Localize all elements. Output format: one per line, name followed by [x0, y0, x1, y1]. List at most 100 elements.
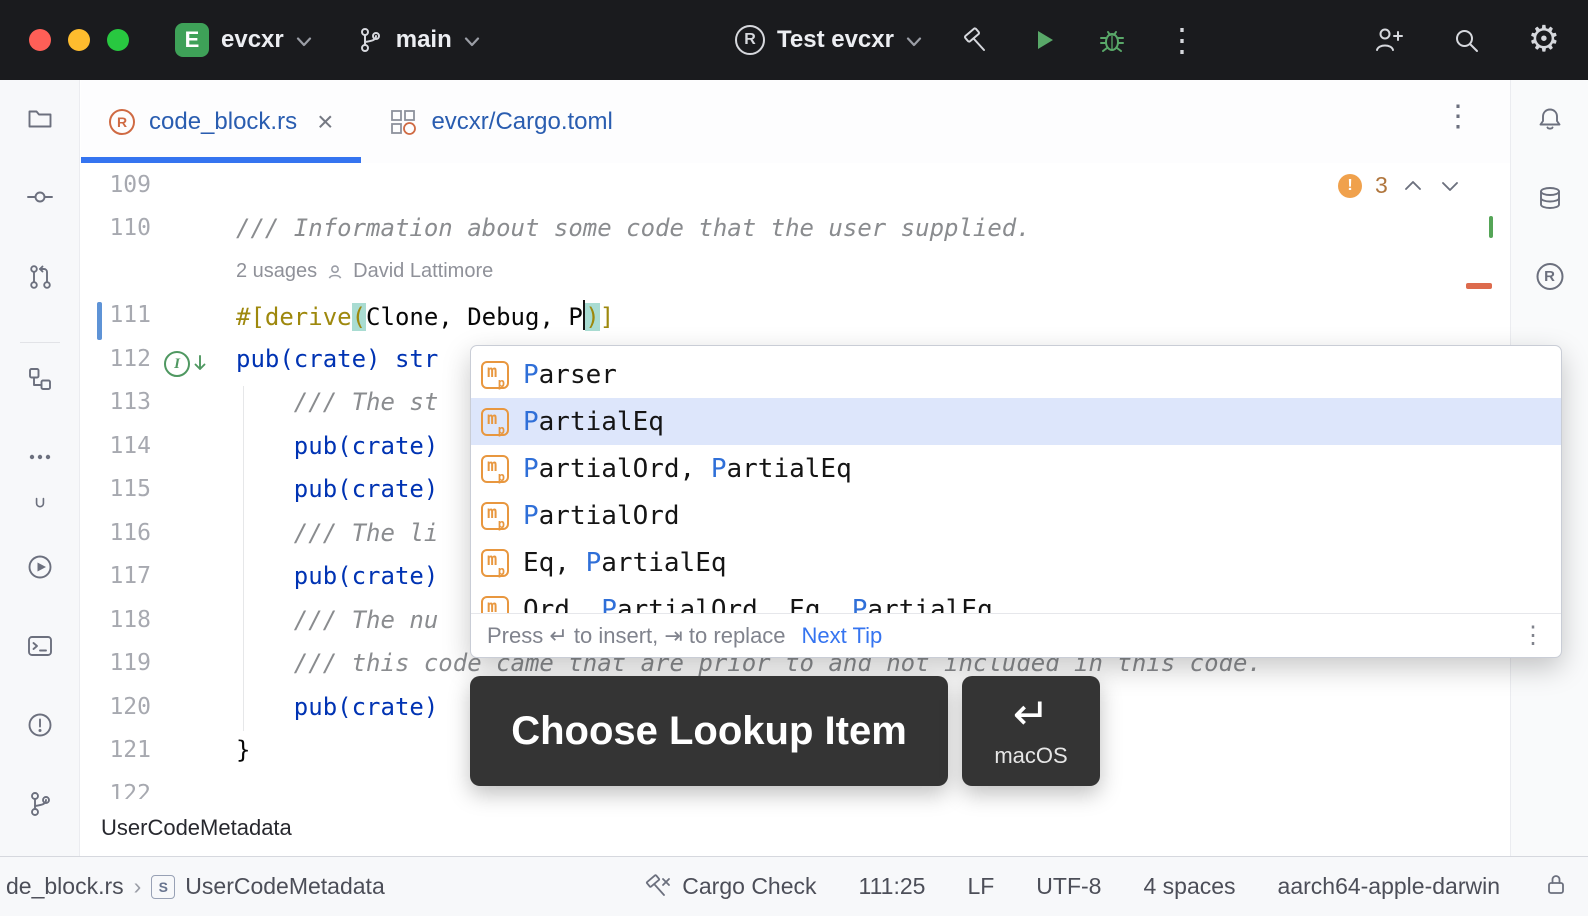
branch-name: main — [396, 26, 452, 54]
completion-label: Eq, PartialEq — [523, 548, 727, 578]
build-button[interactable] — [962, 26, 990, 54]
inspection-widget[interactable]: ! 3 — [1338, 172, 1462, 199]
statusbar-file-name[interactable]: de_block.rs — [6, 873, 124, 900]
code-with-me-button[interactable] — [1374, 26, 1404, 54]
vcs-branch-selector[interactable]: main — [356, 26, 480, 54]
completion-footer: Press ↵ to insert, ⇥ to replace Next Tip… — [471, 613, 1561, 657]
next-tip-link[interactable]: Next Tip — [802, 623, 883, 649]
pull-requests-tool-button[interactable] — [26, 263, 54, 291]
hammer-icon — [962, 26, 990, 54]
problems-tool-button[interactable] — [26, 711, 54, 739]
indent-widget[interactable]: 4 spaces — [1143, 873, 1235, 900]
line-number: 120 — [81, 694, 151, 720]
tab-cargo-toml[interactable]: evcxr/Cargo.toml — [361, 80, 640, 163]
target-triple-widget[interactable]: aarch64-apple-darwin — [1278, 873, 1500, 900]
notifications-button[interactable] — [1536, 105, 1564, 133]
completion-item[interactable]: mpParser — [471, 351, 1561, 398]
previous-problem-button[interactable] — [1401, 174, 1425, 198]
action-tooltip: Choose Lookup Item — [470, 676, 948, 786]
run-config-name: Test evcxr — [777, 26, 894, 54]
rust-tool-button[interactable]: R — [1536, 263, 1563, 290]
lock-icon — [1542, 870, 1570, 898]
more-tool-windows-button[interactable] — [26, 443, 54, 471]
debug-button[interactable] — [1098, 26, 1126, 54]
problem-count: 3 — [1375, 172, 1388, 199]
completion-options-button[interactable]: ⋮ — [1521, 621, 1545, 650]
action-tooltip-title: Choose Lookup Item — [511, 709, 907, 754]
completion-label: Parser — [523, 360, 617, 390]
caret-position-widget[interactable]: 111:25 — [859, 873, 926, 900]
run-configuration-selector[interactable]: R Test evcxr — [735, 25, 922, 55]
line-number: 115 — [81, 476, 151, 502]
services-tool-button[interactable] — [26, 553, 54, 581]
scrollbar-mark-green — [1489, 216, 1493, 238]
zoom-window-button[interactable] — [107, 29, 129, 51]
tab-label: evcxr/Cargo.toml — [431, 108, 612, 136]
readonly-toggle[interactable] — [1542, 870, 1570, 904]
project-tool-button[interactable] — [26, 105, 54, 133]
structure-tool-button[interactable] — [26, 365, 54, 393]
line-number: 114 — [81, 433, 151, 459]
warning-badge-icon: ! — [1338, 174, 1362, 198]
cargo-check-widget[interactable]: Cargo Check — [644, 873, 816, 901]
settings-button[interactable]: ⚙ — [1528, 22, 1560, 58]
usages-hint[interactable]: 2 usages — [236, 260, 317, 283]
commit-tool-button[interactable] — [26, 183, 54, 211]
code-line-111[interactable]: 111#[derive(Clone, Debug, P)] — [81, 294, 1510, 338]
more-actions-button[interactable]: ⋮ — [1166, 24, 1198, 56]
inlay-hint-row[interactable]: 2 usages David Lattimore — [81, 250, 1510, 294]
code-line-110[interactable]: 110/// Information about some code that … — [81, 207, 1510, 251]
vcs-change-marker — [97, 302, 102, 340]
hammer-cross-icon — [644, 873, 672, 901]
implementation-gutter-icon[interactable]: I — [164, 351, 207, 377]
indent-guide — [243, 386, 244, 731]
chevron-down-icon — [296, 37, 312, 47]
proc-macro-icon: mp — [481, 408, 509, 436]
tab-code-block-rs[interactable]: R code_block.rs × — [81, 80, 361, 163]
encoding-widget[interactable]: UTF-8 — [1036, 873, 1101, 900]
line-number: 119 — [81, 650, 151, 676]
completion-item[interactable]: mpPartialEq — [471, 398, 1561, 445]
line-number: 116 — [81, 520, 151, 546]
completion-item[interactable]: mpEq, PartialEq — [471, 539, 1561, 586]
line-ending-widget[interactable]: LF — [967, 873, 994, 900]
run-button[interactable] — [1030, 26, 1058, 54]
platform-label: macOS — [994, 743, 1067, 769]
database-tool-button[interactable] — [1536, 184, 1564, 212]
bookmarks-tool-button[interactable] — [28, 490, 52, 514]
author-icon — [326, 263, 344, 281]
author-hint[interactable]: David Lattimore — [353, 260, 493, 283]
breadcrumb-symbol[interactable]: UserCodeMetadata — [101, 815, 292, 841]
completion-label: PartialOrd — [523, 501, 680, 531]
project-selector[interactable]: E evcxr — [175, 23, 312, 57]
run-circle-icon — [26, 553, 54, 581]
breadcrumb-separator: › — [134, 873, 142, 900]
close-tab-icon[interactable]: × — [317, 108, 333, 136]
minimize-window-button[interactable] — [68, 29, 90, 51]
completion-label: Ord, PartialOrd, Eq, PartialEq — [523, 595, 993, 614]
completion-item[interactable]: mp Ord, PartialOrd, Eq, PartialEq — [471, 586, 1561, 613]
chevron-down-icon — [906, 37, 922, 47]
statusbar-symbol-name[interactable]: UserCodeMetadata — [185, 873, 384, 900]
proc-macro-icon: mp — [481, 596, 509, 614]
search-everywhere-button[interactable] — [1452, 26, 1480, 54]
code-line-109[interactable]: 109 — [81, 163, 1510, 207]
scrollbar-mark-warning — [1466, 283, 1492, 289]
line-number: 118 — [81, 607, 151, 633]
completion-item[interactable]: mpPartialOrd — [471, 492, 1561, 539]
line-number: 122 — [81, 781, 151, 800]
bell-icon — [1536, 105, 1564, 133]
next-problem-button[interactable] — [1438, 174, 1462, 198]
terminal-tool-button[interactable] — [26, 632, 54, 660]
project-icon: E — [175, 23, 209, 57]
left-tool-rail — [0, 80, 80, 856]
window-titlebar: E evcxr main R Test evcxr — [0, 0, 1588, 80]
play-icon — [1030, 26, 1058, 54]
tab-options-button[interactable]: ⋮ — [1443, 102, 1473, 132]
gear-icon: ⚙ — [1528, 22, 1560, 58]
version-control-tool-button[interactable] — [26, 790, 54, 818]
close-window-button[interactable] — [29, 29, 51, 51]
completion-item[interactable]: mpPartialOrd, PartialEq — [471, 445, 1561, 492]
commit-icon — [26, 183, 54, 211]
pull-request-icon — [26, 263, 54, 291]
